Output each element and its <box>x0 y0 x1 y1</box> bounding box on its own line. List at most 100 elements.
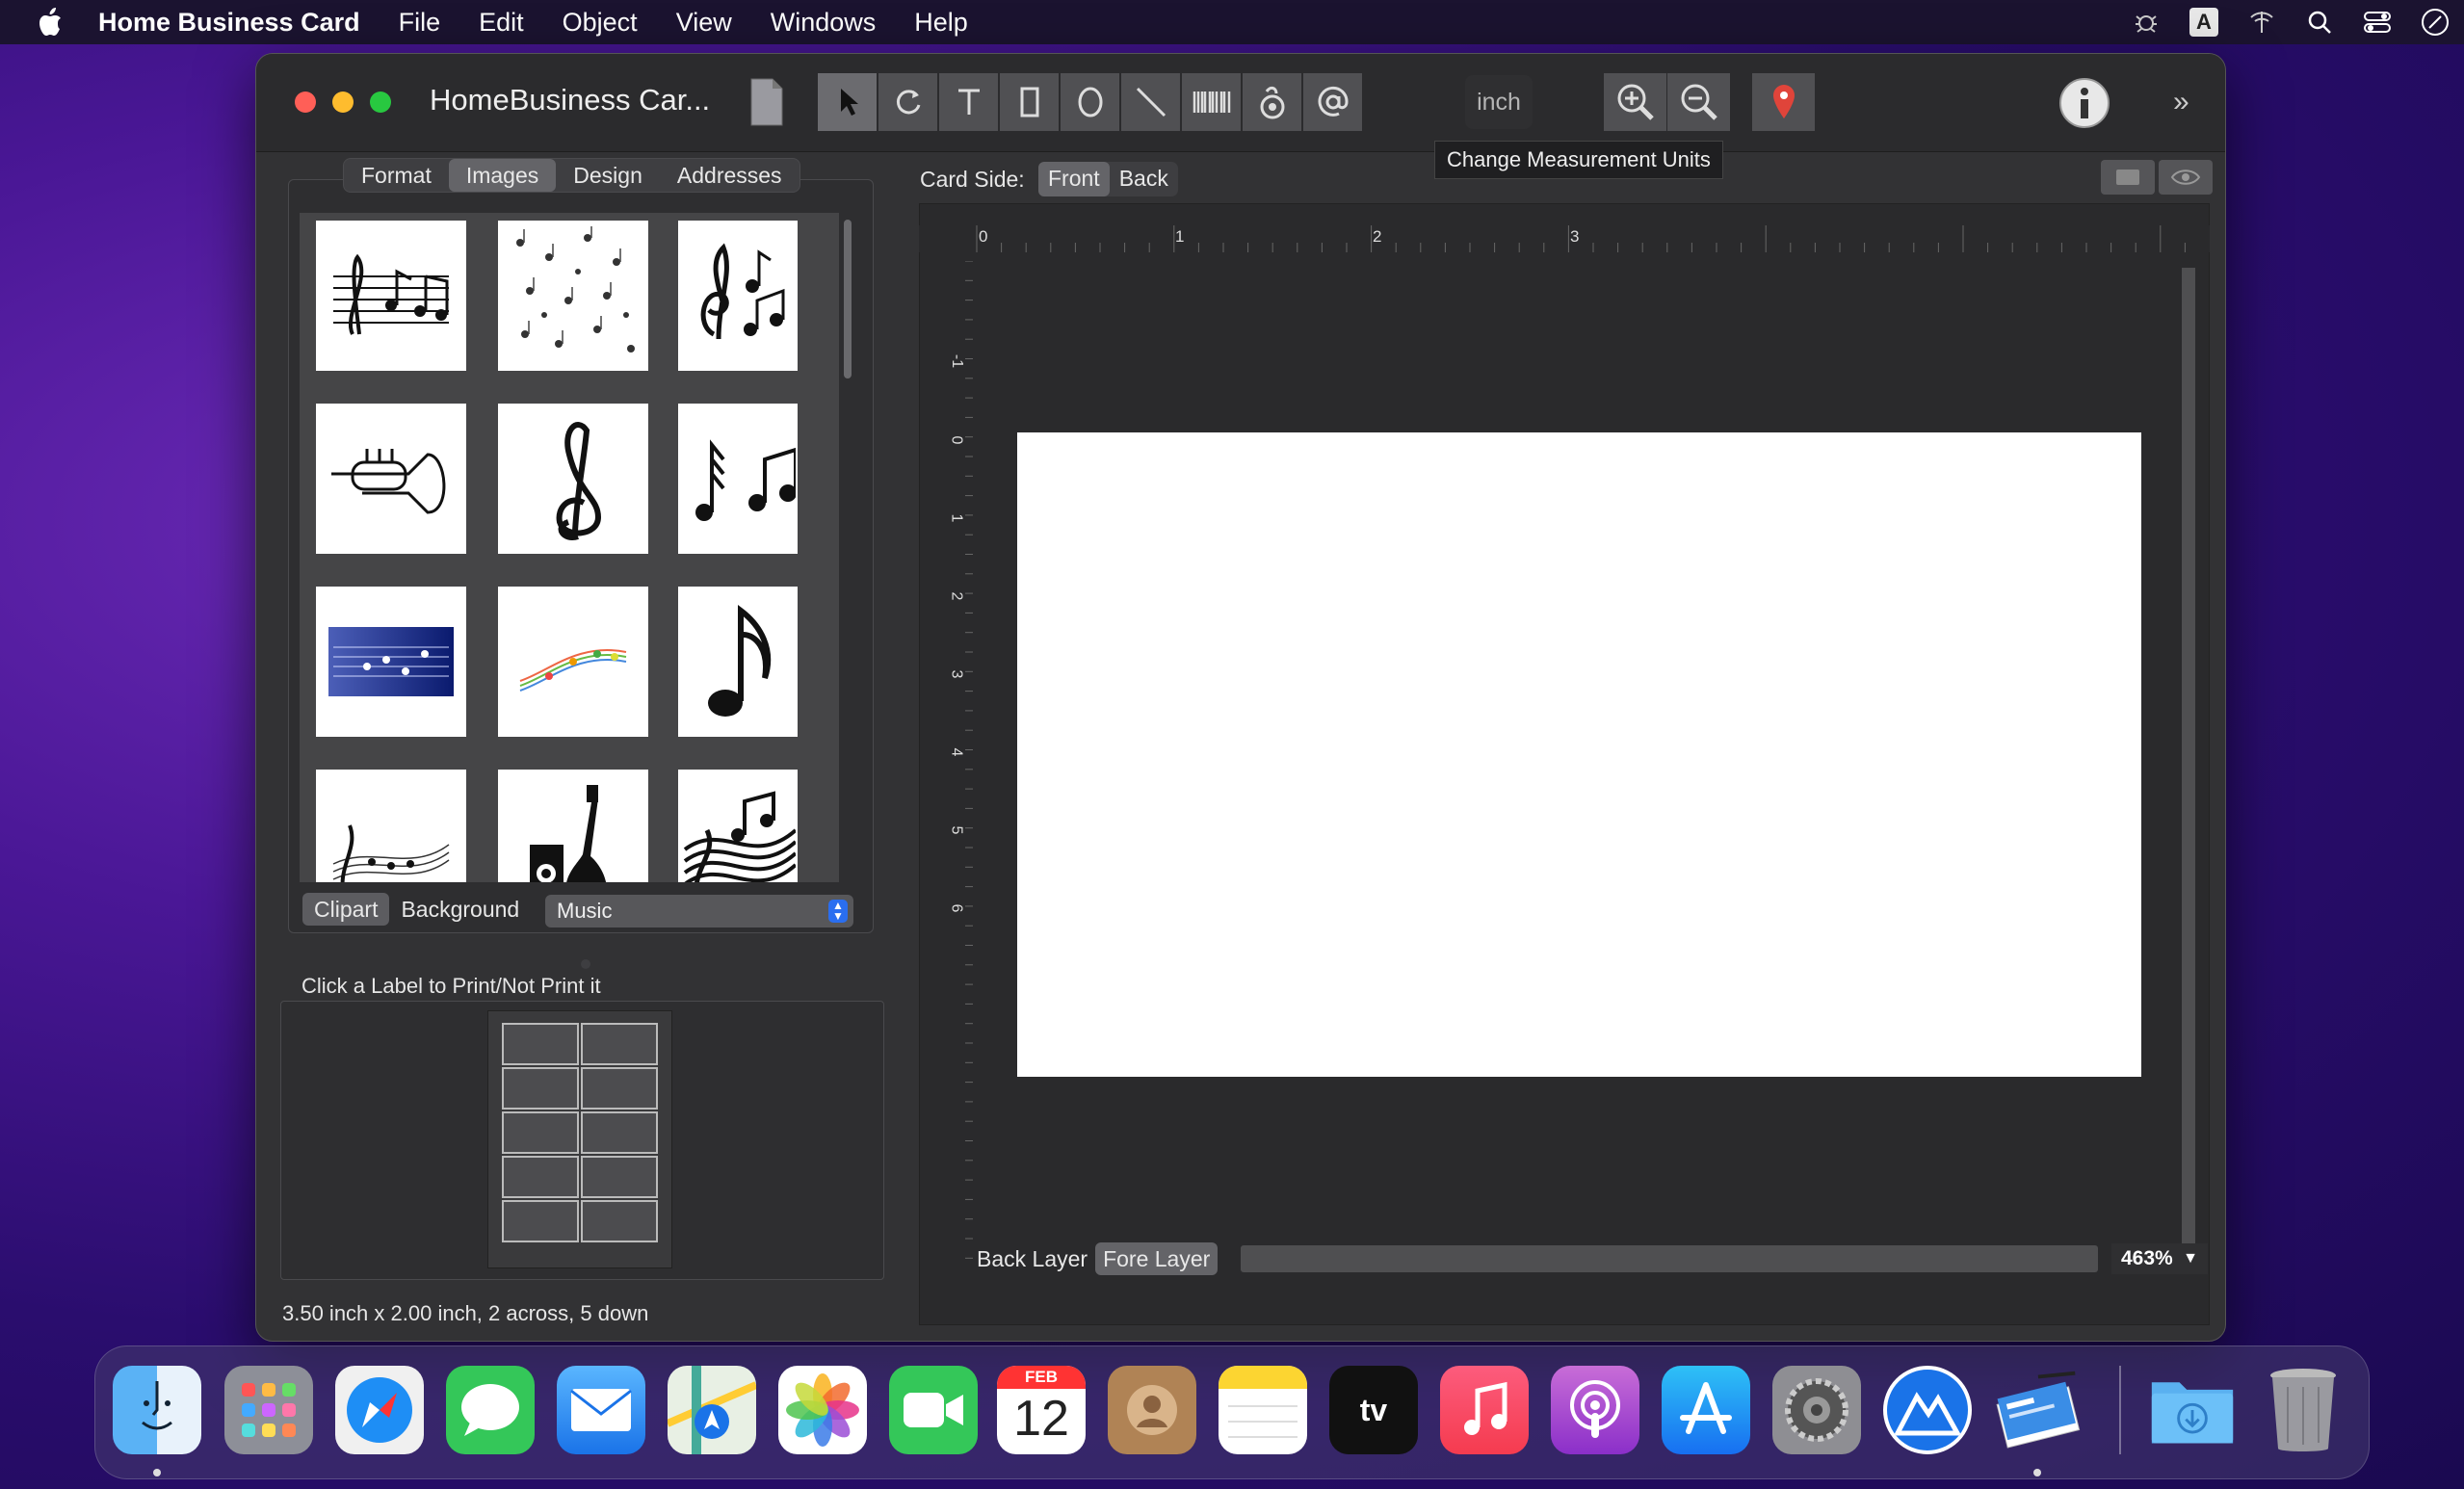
label-cell[interactable] <box>581 1156 658 1198</box>
label-cell[interactable] <box>502 1200 579 1242</box>
zoom-out-button[interactable] <box>1667 73 1731 131</box>
clipart-thumb[interactable] <box>316 221 466 371</box>
search-icon[interactable] <box>2291 0 2348 44</box>
menu-object[interactable]: Object <box>543 8 657 38</box>
ellipse-tool-button[interactable] <box>1061 73 1120 131</box>
label-cell[interactable] <box>502 1067 579 1110</box>
clipart-thumb[interactable] <box>498 587 648 737</box>
menu-app-name[interactable]: Home Business Card <box>69 8 380 38</box>
zoom-level-select[interactable]: 463% ▼ <box>2111 1243 2208 1274</box>
apple-tv-icon[interactable]: tv <box>1329 1366 1418 1454</box>
clipart-thumb[interactable] <box>316 587 466 737</box>
clipart-thumb[interactable] <box>678 221 798 371</box>
tab-format[interactable]: Format <box>344 159 449 192</box>
measurement-unit-button[interactable]: inch <box>1465 75 1533 129</box>
podcasts-icon[interactable] <box>1551 1366 1639 1454</box>
business-card-canvas[interactable] <box>1017 432 2141 1077</box>
zoom-in-button[interactable] <box>1604 73 1667 131</box>
clipart-thumb[interactable] <box>678 770 798 882</box>
tab-clipart[interactable]: Clipart <box>302 893 390 926</box>
network-icon[interactable] <box>2233 0 2291 44</box>
clipart-thumb[interactable] <box>498 404 648 554</box>
clipart-thumb[interactable] <box>678 404 798 554</box>
vertical-ruler: -1 0 1 2 3 4 5 6 <box>946 261 973 1267</box>
overflow-chevron-icon[interactable]: » <box>2173 88 2202 117</box>
back-layer-button[interactable]: Back Layer <box>969 1242 1095 1275</box>
side-front-button[interactable]: Front <box>1038 162 1110 196</box>
menu-view[interactable]: View <box>657 8 751 38</box>
control-center-icon[interactable] <box>2348 0 2406 44</box>
category-select-value: Music <box>557 899 613 923</box>
home-business-card-icon[interactable] <box>1992 1366 2081 1454</box>
label-cell[interactable] <box>581 1023 658 1065</box>
running-indicator <box>153 1469 161 1476</box>
minimize-button[interactable] <box>332 91 354 113</box>
bug-icon[interactable] <box>2117 0 2175 44</box>
label-cell[interactable] <box>581 1200 658 1242</box>
fore-layer-button[interactable]: Fore Layer <box>1095 1242 1219 1275</box>
tab-images[interactable]: Images <box>448 159 557 192</box>
safari-icon[interactable] <box>335 1366 424 1454</box>
zoom-button[interactable] <box>370 91 391 113</box>
menu-edit[interactable]: Edit <box>459 8 543 38</box>
menu-help[interactable]: Help <box>895 8 987 38</box>
photos-icon[interactable] <box>778 1366 867 1454</box>
finder-icon[interactable] <box>113 1366 201 1454</box>
menu-windows[interactable]: Windows <box>751 8 896 38</box>
contacts-icon[interactable] <box>1108 1366 1196 1454</box>
side-back-button[interactable]: Back <box>1110 162 1178 196</box>
music-icon[interactable] <box>1440 1366 1529 1454</box>
image-tool-button[interactable] <box>1243 73 1302 131</box>
label-cell[interactable] <box>581 1067 658 1110</box>
label-cell[interactable] <box>581 1111 658 1154</box>
blue-music-banner-icon <box>328 627 454 696</box>
mail-icon[interactable] <box>557 1366 645 1454</box>
maps-icon[interactable] <box>668 1366 756 1454</box>
tab-design[interactable]: Design <box>556 159 660 192</box>
label-cell[interactable] <box>502 1111 579 1154</box>
info-icon[interactable] <box>2058 76 2111 130</box>
utility-app-icon[interactable] <box>1883 1366 1972 1454</box>
ruler-label: 4 <box>948 747 965 757</box>
preview-button[interactable] <box>2159 160 2213 195</box>
close-button[interactable] <box>295 91 316 113</box>
category-select[interactable]: Music ▲ ▼ <box>545 895 853 927</box>
rotate-tool-button[interactable] <box>878 73 938 131</box>
map-pin-button[interactable] <box>1752 73 1816 131</box>
messages-icon[interactable] <box>446 1366 535 1454</box>
email-tool-button[interactable] <box>1303 73 1363 131</box>
tab-background[interactable]: Background <box>389 893 531 926</box>
rectangle-tool-button[interactable] <box>1000 73 1060 131</box>
clipart-thumb[interactable] <box>316 404 466 554</box>
menu-file[interactable]: File <box>380 8 460 38</box>
input-source-icon[interactable]: A <box>2175 0 2233 44</box>
clipart-thumb[interactable] <box>678 587 798 737</box>
splitter-handle[interactable] <box>581 959 590 969</box>
launchpad-icon[interactable] <box>224 1366 313 1454</box>
trash-icon[interactable] <box>2259 1366 2347 1454</box>
tab-addresses[interactable]: Addresses <box>660 159 799 192</box>
text-tool-button[interactable] <box>939 73 999 131</box>
notes-icon[interactable] <box>1219 1366 1307 1454</box>
clipart-thumb[interactable] <box>498 770 648 882</box>
label-cell[interactable] <box>502 1023 579 1065</box>
calendar-icon[interactable]: FEB 12 <box>997 1366 1086 1454</box>
canvas-horizontal-scrollbar[interactable] <box>1241 1245 2098 1272</box>
select-tool-button[interactable] <box>818 73 878 131</box>
barcode-tool-button[interactable] <box>1182 73 1242 131</box>
clipart-scroll-thumb[interactable] <box>844 220 852 379</box>
eighth-notes-icon <box>695 439 796 521</box>
card-view-button[interactable] <box>2101 160 2155 195</box>
clipart-thumb[interactable] <box>498 221 648 371</box>
app-store-icon[interactable] <box>1662 1366 1750 1454</box>
system-preferences-icon[interactable] <box>1772 1366 1861 1454</box>
clipart-thumb[interactable] <box>316 770 466 882</box>
line-tool-button[interactable] <box>1121 73 1181 131</box>
downloads-folder-icon[interactable] <box>2148 1366 2237 1454</box>
facetime-icon[interactable] <box>889 1366 978 1454</box>
siri-icon[interactable] <box>2406 0 2464 44</box>
document-icon[interactable] <box>747 75 786 129</box>
canvas-scroll-thumb[interactable] <box>2182 268 2195 1250</box>
label-cell[interactable] <box>502 1156 579 1198</box>
apple-logo-icon[interactable] <box>35 5 69 39</box>
